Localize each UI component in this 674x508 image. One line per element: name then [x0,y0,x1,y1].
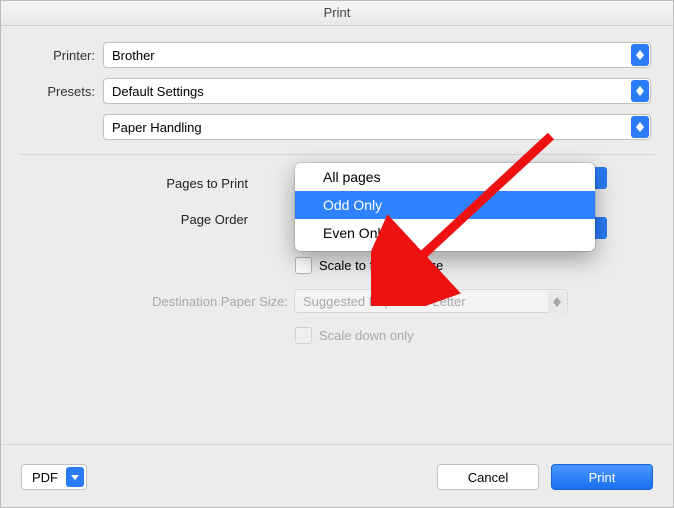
popup-item-label: All pages [323,169,381,185]
popup-item-all-pages[interactable]: All pages [295,163,595,191]
popup-item-odd-only[interactable]: Odd Only [295,191,595,219]
popup-item-label: Even Only [323,225,388,241]
print-label: Print [589,470,616,485]
pages-to-print-label: Pages to Print [63,176,248,191]
dialog-footer: PDF Cancel Print [1,447,673,507]
popup-item-even-only[interactable]: Even Only [295,219,595,247]
chevron-down-icon [66,467,84,487]
print-button[interactable]: Print [551,464,653,490]
dest-paper-select: Suggested Paper: US Letter [294,289,568,313]
updown-icon [631,44,649,66]
pdf-label: PDF [32,470,58,485]
footer-divider [1,444,673,445]
scale-down-row: Scale down only [295,323,651,347]
scale-down-label: Scale down only [319,328,414,343]
updown-icon [548,291,566,313]
dest-paper-row: Destination Paper Size: Suggested Paper:… [63,287,651,315]
presets-value: Default Settings [112,84,642,99]
presets-row: Presets: Default Settings [23,78,651,104]
paper-handling-options: Pages to Print Page Order All pages Odd … [63,169,651,347]
cancel-button[interactable]: Cancel [437,464,539,490]
updown-icon [631,80,649,102]
printer-select[interactable]: Brother [103,42,651,68]
scale-fit-row: Scale to fit paper size [295,253,651,277]
section-row: Paper Handling [23,114,651,140]
pages-to-print-popup: All pages Odd Only Even Only [295,163,595,251]
popup-item-label: Odd Only [323,197,382,213]
dest-paper-value: Suggested Paper: US Letter [303,294,466,309]
section-value: Paper Handling [112,120,642,135]
section-select[interactable]: Paper Handling [103,114,651,140]
presets-label: Presets: [23,84,95,99]
presets-select[interactable]: Default Settings [103,78,651,104]
window-title: Print [1,1,673,26]
cancel-label: Cancel [468,470,508,485]
print-dialog: Print Printer: Brother Presets: Default … [0,0,674,508]
page-order-label: Page Order [63,212,248,227]
pdf-menu-button[interactable]: PDF [21,464,87,490]
divider [19,154,655,155]
scale-fit-checkbox[interactable] [295,257,312,274]
scale-fit-label: Scale to fit paper size [319,258,443,273]
updown-icon [631,116,649,138]
scale-down-checkbox [295,327,312,344]
printer-row: Printer: Brother [23,42,651,68]
dialog-content: Printer: Brother Presets: Default Settin… [1,26,673,347]
printer-label: Printer: [23,48,95,63]
dest-paper-label: Destination Paper Size: [63,294,288,309]
printer-value: Brother [112,48,642,63]
